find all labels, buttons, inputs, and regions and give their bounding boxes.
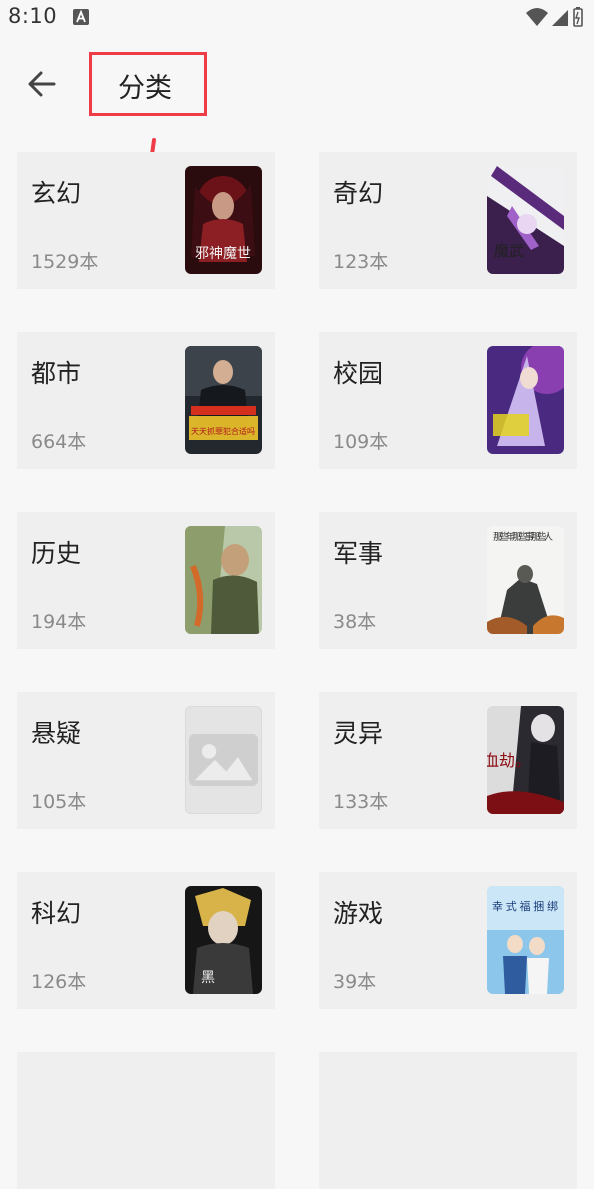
category-name: 悬疑 xyxy=(31,719,82,748)
category-card-qihuan[interactable]: 奇幻 123本 魔武 xyxy=(319,152,577,289)
category-count: 38本 xyxy=(333,611,377,633)
category-count: 1529本 xyxy=(31,251,99,273)
category-count: 126本 xyxy=(31,971,87,993)
category-count: 109本 xyxy=(333,431,389,453)
category-name: 军事 xyxy=(333,539,384,568)
book-cover: 幸式福捆绑 xyxy=(487,886,564,994)
svg-text:黑: 黑 xyxy=(201,970,215,986)
category-count: 39本 xyxy=(333,971,377,993)
svg-text:那些年那些事那些人: 那些年那些事那些人 xyxy=(493,531,553,543)
svg-text:血劫。: 血劫。 xyxy=(487,751,531,770)
category-count: 664本 xyxy=(31,431,87,453)
category-card-xuanyi[interactable]: 悬疑 105本 xyxy=(17,692,275,829)
svg-text:幸式福捆绑: 幸式福捆绑 xyxy=(492,899,558,913)
category-card-youxi[interactable]: 游戏 39本 幸式福捆绑 xyxy=(319,872,577,1009)
category-card-lishi[interactable]: 历史 194本 xyxy=(17,512,275,649)
category-card-lingyi[interactable]: 灵异 133本 血劫。 xyxy=(319,692,577,829)
category-count: 194本 xyxy=(31,611,87,633)
category-count: 133本 xyxy=(333,791,389,813)
book-cover: 魔武 xyxy=(487,166,564,274)
svg-text:天天抓罪犯合适吗: 天天抓罪犯合适吗 xyxy=(191,426,255,436)
book-cover: 黑 xyxy=(185,886,262,994)
category-card-xuanhuan[interactable]: 玄幻 1529本 邪神魔世 xyxy=(17,152,275,289)
category-card-kehuan[interactable]: 科幻 126本 黑 xyxy=(17,872,275,1009)
book-cover xyxy=(487,346,564,454)
category-name: 游戏 xyxy=(333,899,384,928)
category-card-partial[interactable] xyxy=(17,1052,275,1189)
book-cover-placeholder xyxy=(185,706,262,814)
category-name: 都市 xyxy=(31,359,82,388)
image-placeholder-icon xyxy=(188,734,259,786)
svg-text:邪神魔世: 邪神魔世 xyxy=(195,246,251,262)
category-count: 105本 xyxy=(31,791,87,813)
book-cover: 天天抓罪犯合适吗 xyxy=(185,346,262,454)
book-cover: 血劫。 xyxy=(487,706,564,814)
category-card-partial[interactable] xyxy=(319,1052,577,1189)
book-cover xyxy=(185,526,262,634)
book-cover: 那些年那些事那些人 xyxy=(487,526,564,634)
category-card-junshi[interactable]: 军事 38本 那些年那些事那些人 xyxy=(319,512,577,649)
category-name: 灵异 xyxy=(333,719,384,748)
category-name: 奇幻 xyxy=(333,179,384,208)
category-name: 历史 xyxy=(31,539,82,568)
category-count: 123本 xyxy=(333,251,389,273)
category-name: 玄幻 xyxy=(31,179,82,208)
svg-text:魔武: 魔武 xyxy=(494,242,524,260)
category-name: 科幻 xyxy=(31,899,82,928)
category-card-xiaoyuan[interactable]: 校园 109本 xyxy=(319,332,577,469)
book-cover: 邪神魔世 xyxy=(185,166,262,274)
category-grid: 玄幻 1529本 邪神魔世 奇幻 123本 魔武 都市 664本 天天抓罪犯合适… xyxy=(0,0,594,1189)
category-name: 校园 xyxy=(333,359,384,388)
category-card-dushi[interactable]: 都市 664本 天天抓罪犯合适吗 xyxy=(17,332,275,469)
